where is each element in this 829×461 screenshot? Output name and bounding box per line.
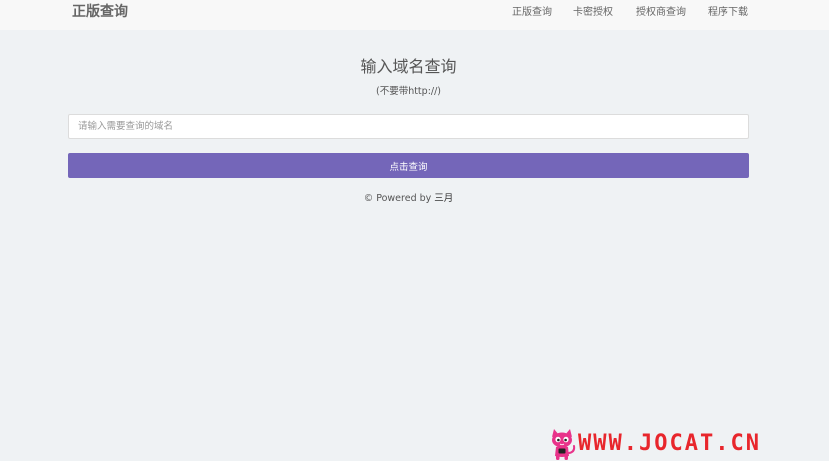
page-subtitle: (不要带http://): [375, 86, 442, 97]
watermark: WWW.JOCAT.CN: [548, 428, 820, 461]
domain-input[interactable]: [68, 114, 749, 139]
footer-author-link[interactable]: 三月: [434, 193, 453, 204]
nav-link-reseller-query[interactable]: 授权商查询: [636, 7, 686, 19]
page-title: 输入域名查询: [360, 57, 457, 76]
watermark-text: WWW.JOCAT.CN: [578, 431, 761, 456]
footer-powered-by: © Powered by: [363, 193, 435, 204]
nav-links: 正版查询 卡密授权 授权商查询 程序下载: [0, 7, 829, 21]
nav-link-download[interactable]: 程序下载: [708, 7, 748, 19]
navbar: 正版查询 正版查询 卡密授权 授权商查询 程序下载: [0, 0, 829, 30]
footer: © Powered by 三月: [0, 193, 817, 205]
nav-link-genuine-query[interactable]: 正版查询: [512, 7, 552, 19]
query-button[interactable]: 点击查询: [68, 153, 749, 178]
cat-logo-icon: [552, 429, 576, 460]
nav-link-card-authorization[interactable]: 卡密授权: [573, 7, 613, 19]
